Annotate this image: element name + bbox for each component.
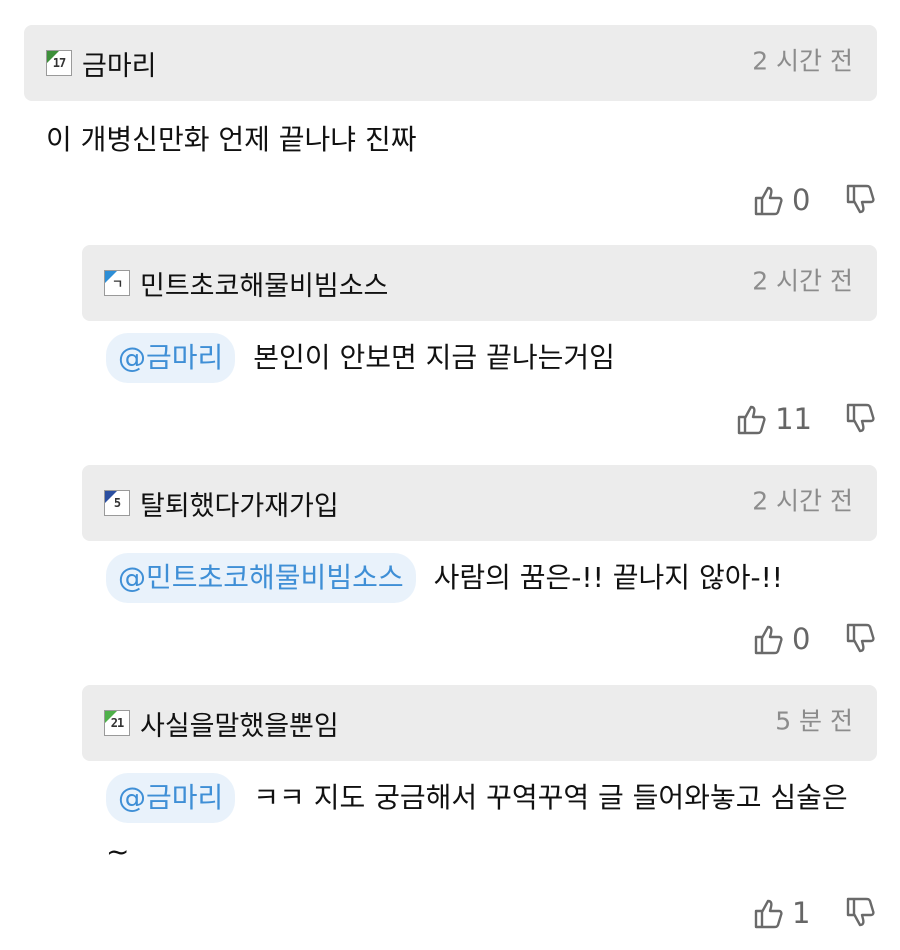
comment-text: 이 개병신만화 언제 끝나냐 진짜 (46, 123, 417, 156)
reply-comment: 5 탈퇴했다가재가입 2 시간 전 @민트초코해물비빔소스 사람의 꿈은-!! 끝… (82, 465, 877, 605)
thumbs-down-icon (846, 403, 875, 433)
upvote-count: 0 (792, 622, 811, 656)
comment-header: 5 탈퇴했다가재가입 2 시간 전 (82, 465, 877, 541)
upvote-button[interactable]: 0 (750, 621, 812, 657)
mention-tag[interactable]: @금마리 (106, 773, 236, 823)
mention-tag[interactable]: @민트초코해물비빔소스 (106, 553, 416, 603)
comment-text: @민트초코해물비빔소스 사람의 꿈은-!! 끝나지 않아-!! (82, 551, 877, 605)
thumbs-down-icon (846, 623, 875, 653)
comment-text: @금마리 ㅋㅋ 지도 궁금해서 꾸역꾸역 글 들어와놓고 심술은~ (82, 771, 852, 879)
author-nickname[interactable]: 민트초코해물비빔소스 (140, 264, 388, 303)
reply-comment: 21 사실을말했을뿐임 5 분 전 @금마리 ㅋㅋ 지도 궁금해서 꾸역꾸역 글 … (82, 685, 877, 879)
comment-timestamp: 5 분 전 (775, 706, 853, 736)
comment-header: 21 사실을말했을뿐임 5 분 전 (82, 685, 877, 761)
downvote-button[interactable] (842, 895, 878, 931)
vote-bar: 1 (750, 895, 878, 931)
comment: 17 금마리 2 시간 전 이 개병신만화 언제 끝나냐 진짜 (24, 25, 877, 167)
author-nickname[interactable]: 사실을말했을뿐임 (140, 704, 339, 743)
comment-timestamp: 2 시간 전 (752, 486, 853, 516)
vote-bar: 0 (750, 182, 878, 218)
upvote-count: 0 (792, 183, 811, 217)
upvote-button[interactable]: 11 (733, 401, 812, 437)
reply-comment: ㄱ 민트초코해물비빔소스 2 시간 전 @금마리 본인이 안보면 지금 끝나는거임 (82, 245, 877, 385)
mention-tag[interactable]: @금마리 (106, 333, 236, 383)
thumbs-up-icon (754, 186, 783, 216)
upvote-count: 11 (775, 402, 812, 436)
user-level-badge: 5 (104, 490, 130, 516)
downvote-button[interactable] (842, 621, 878, 657)
comment-timestamp: 2 시간 전 (752, 266, 853, 296)
thumbs-up-icon (737, 405, 766, 435)
user-level-badge: 17 (46, 50, 72, 76)
thumbs-up-icon (754, 899, 783, 929)
thumbs-down-icon (846, 897, 875, 927)
upvote-count: 1 (792, 896, 811, 930)
upvote-button[interactable]: 1 (750, 895, 812, 931)
downvote-button[interactable] (842, 182, 878, 218)
upvote-button[interactable]: 0 (750, 182, 812, 218)
comment-header: 17 금마리 2 시간 전 (24, 25, 877, 101)
comment-timestamp: 2 시간 전 (752, 46, 853, 76)
vote-bar: 11 (733, 401, 878, 437)
author-nickname[interactable]: 탈퇴했다가재가입 (140, 484, 339, 523)
comment-header: ㄱ 민트초코해물비빔소스 2 시간 전 (82, 245, 877, 321)
author-nickname[interactable]: 금마리 (82, 44, 157, 83)
user-level-badge: ㄱ (104, 270, 130, 296)
comment-text: @금마리 본인이 안보면 지금 끝나는거임 (82, 331, 877, 385)
thumbs-down-icon (846, 184, 875, 214)
downvote-button[interactable] (842, 401, 878, 437)
vote-bar: 0 (750, 621, 878, 657)
user-level-badge: 21 (104, 710, 130, 736)
thumbs-up-icon (754, 625, 783, 655)
